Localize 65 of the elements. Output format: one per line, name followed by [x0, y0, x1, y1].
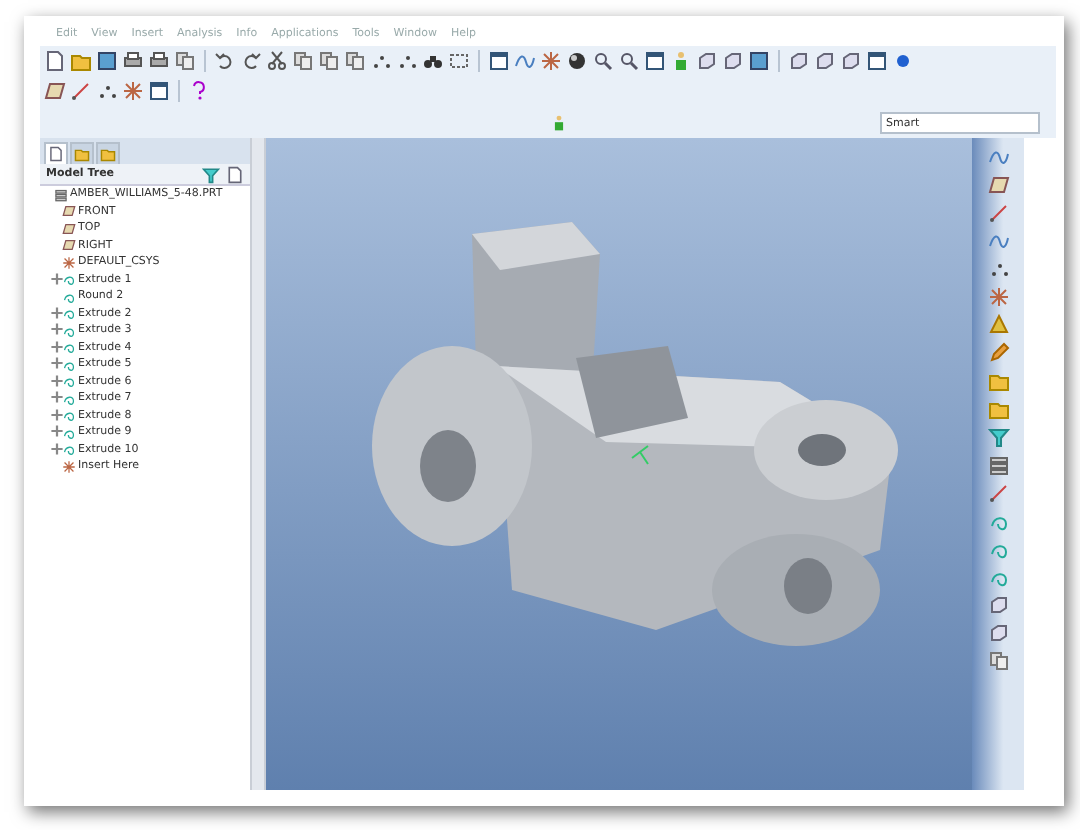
- stack-icon[interactable]: [987, 454, 1009, 476]
- cube-icon[interactable]: [788, 50, 810, 72]
- dots-icon[interactable]: [370, 50, 392, 72]
- expand-icon[interactable]: [50, 322, 64, 337]
- asterisk-icon[interactable]: [987, 286, 1009, 308]
- cube-icon[interactable]: [987, 622, 1009, 644]
- expand-icon[interactable]: [50, 356, 64, 371]
- expand-icon[interactable]: [50, 271, 64, 285]
- cube-icon[interactable]: [722, 50, 744, 72]
- copy-icon[interactable]: [318, 50, 340, 72]
- scrollbar[interactable]: [250, 138, 266, 790]
- parallelogram-icon[interactable]: [44, 80, 66, 102]
- dot-icon[interactable]: [892, 50, 914, 72]
- curve-icon[interactable]: [514, 50, 536, 72]
- line-icon[interactable]: [987, 482, 1009, 504]
- curve-icon[interactable]: [987, 146, 1009, 168]
- expand-icon[interactable]: [50, 390, 64, 405]
- copy-icon[interactable]: [292, 50, 314, 72]
- asterisk-icon: [62, 459, 76, 474]
- line-icon[interactable]: [987, 202, 1009, 224]
- redo-arrow-icon[interactable]: [240, 50, 262, 72]
- magnifier-icon[interactable]: [592, 50, 614, 72]
- printer-icon[interactable]: [148, 50, 170, 72]
- binoculars-icon[interactable]: [422, 50, 444, 72]
- cube-icon[interactable]: [987, 594, 1009, 616]
- window-icon[interactable]: [644, 50, 666, 72]
- scissors-icon[interactable]: [266, 50, 288, 72]
- expand-icon[interactable]: [50, 424, 64, 439]
- copy-icon[interactable]: [344, 50, 366, 72]
- pencil-icon[interactable]: [987, 342, 1009, 364]
- undo-arrow-icon[interactable]: [214, 50, 236, 72]
- window-icon[interactable]: [488, 50, 510, 72]
- figure-icon[interactable]: [550, 111, 568, 133]
- page-icon[interactable]: [44, 50, 66, 72]
- stack-icon: [54, 187, 68, 202]
- funnel-icon[interactable]: [987, 426, 1009, 448]
- dashed-box-icon[interactable]: [448, 50, 470, 72]
- question-icon[interactable]: [188, 80, 210, 102]
- curve-icon[interactable]: [987, 230, 1009, 252]
- asterisk-icon[interactable]: [122, 80, 144, 102]
- expand-icon[interactable]: [50, 407, 64, 422]
- dots-icon[interactable]: [396, 50, 418, 72]
- line-icon[interactable]: [70, 80, 92, 102]
- copy-icon[interactable]: [987, 650, 1009, 672]
- asterisk-icon: [62, 255, 76, 270]
- expand-icon[interactable]: [50, 305, 64, 320]
- copy-icon[interactable]: [174, 50, 196, 72]
- dots-icon[interactable]: [96, 80, 118, 102]
- cube-icon[interactable]: [696, 50, 718, 72]
- window-icon[interactable]: [148, 80, 170, 102]
- folder-icon[interactable]: [987, 370, 1009, 392]
- expand-icon[interactable]: [50, 339, 64, 354]
- cone-icon[interactable]: [987, 314, 1009, 336]
- window-icon[interactable]: [866, 50, 888, 72]
- asterisk-icon[interactable]: [540, 50, 562, 72]
- sphere-icon[interactable]: [566, 50, 588, 72]
- printer-icon[interactable]: [122, 50, 144, 72]
- cube-icon[interactable]: [840, 50, 862, 72]
- cube-icon[interactable]: [814, 50, 836, 72]
- dots-icon[interactable]: [987, 258, 1009, 280]
- expand-icon[interactable]: [50, 441, 64, 456]
- magnifier-icon[interactable]: [618, 50, 640, 72]
- expand-icon[interactable]: [50, 373, 64, 388]
- parallelogram-icon[interactable]: [987, 174, 1009, 196]
- folder-icon[interactable]: [987, 398, 1009, 420]
